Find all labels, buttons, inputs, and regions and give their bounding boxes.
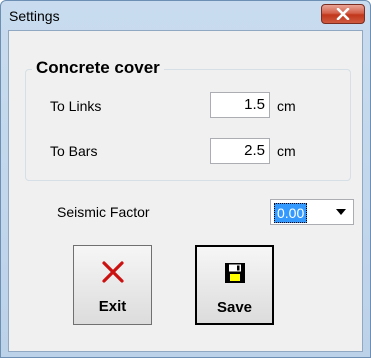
to-bars-label: To Bars [50, 143, 98, 159]
exit-x-icon [101, 261, 124, 283]
seismic-factor-dropdown[interactable]: 0.00 [270, 199, 354, 225]
to-links-unit: cm [277, 98, 296, 114]
close-button[interactable] [321, 4, 365, 24]
to-bars-unit: cm [277, 143, 296, 159]
title-bar[interactable]: Settings [1, 1, 370, 31]
seismic-factor-value: 0.00 [274, 203, 308, 223]
floppy-disk-icon [224, 263, 245, 283]
save-button[interactable]: Save [195, 245, 274, 325]
exit-button[interactable]: Exit [73, 245, 152, 325]
window-title: Settings [9, 8, 60, 24]
seismic-factor-label: Seismic Factor [57, 204, 150, 220]
exit-label: Exit [98, 298, 127, 315]
to-links-input[interactable]: 1.5 [210, 92, 270, 118]
concrete-cover-title: Concrete cover [32, 58, 164, 78]
save-label: Save [216, 299, 253, 316]
concrete-cover-group [25, 69, 351, 181]
close-icon [336, 8, 350, 20]
chevron-down-icon [336, 209, 346, 215]
to-bars-input[interactable]: 2.5 [210, 138, 270, 164]
to-links-label: To Links [50, 98, 102, 114]
